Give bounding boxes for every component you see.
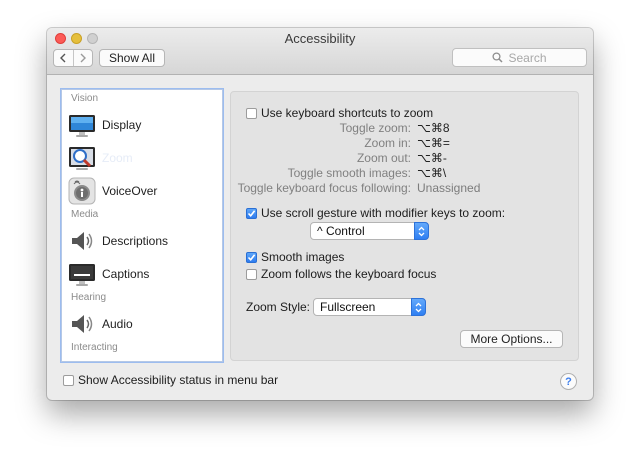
status-menu-checkbox[interactable] [63,374,74,386]
sidebar-item-label: Descriptions [102,234,169,248]
sidebar-item-label: Captions [102,267,150,281]
sidebar-item-label: Display [102,118,142,132]
modifier-key-popup[interactable]: ^ Control [310,222,429,240]
modifier-key-value: ^ Control [317,224,365,238]
zoom-style-popup[interactable]: Fullscreen [313,298,426,316]
display-icon [68,111,96,139]
shortcut-value: ⌥⌘= [417,136,450,150]
sidebar-item-display[interactable]: Display [68,110,218,140]
shortcut-value: Unassigned [417,181,481,195]
sidebar-item-label: Audio [102,317,133,331]
smooth-images-option[interactable]: Smooth images [246,250,344,264]
sidebar-item-audio[interactable]: Audio [68,309,218,339]
sidebar-item-zoom[interactable]: Zoom [68,143,218,173]
scroll-gesture-checkbox[interactable] [246,207,257,219]
section-header-media: Media [71,209,99,220]
smooth-images-label: Smooth images [261,250,345,264]
shortcut-label: Toggle keyboard focus following: [237,181,411,195]
popup-arrows-icon [414,222,429,240]
scroll-gesture-option[interactable]: Use scroll gesture with modifier keys to… [246,206,505,220]
show-all-button[interactable]: Show All [99,49,165,67]
follow-focus-option[interactable]: Zoom follows the keyboard focus [246,267,436,281]
follow-focus-checkbox[interactable] [246,268,257,280]
sidebar-item-label: Zoom [102,151,133,165]
preferences-window: Accessibility Show All Search Vision Dis… [47,28,593,400]
back-button[interactable] [54,50,73,66]
scroll-gesture-label: Use scroll gesture with modifier keys to… [261,206,506,220]
section-header-interacting: Interacting [71,342,118,353]
help-button[interactable]: ? [560,373,577,390]
captions-icon [68,260,96,288]
chevron-right-icon [80,53,86,63]
sidebar-item-label: VoiceOver [102,184,158,198]
speaker-icon [68,227,96,255]
section-header-vision: Vision [71,93,99,104]
checkmark-icon [247,209,256,217]
shortcut-label: Toggle smooth images: [287,166,411,180]
status-menu-label: Show Accessibility status in menu bar [78,373,279,387]
speaker-icon [68,310,96,338]
shortcut-value: ⌥⌘- [417,151,447,165]
title-bar: Accessibility Show All Search [47,28,593,75]
more-options-button[interactable]: More Options... [460,330,563,348]
zoom-style-value: Fullscreen [320,300,376,314]
search-placeholder: Search [508,50,547,65]
shortcut-label: Zoom in: [364,136,411,150]
forward-button[interactable] [72,50,93,66]
shortcut-value: ⌥⌘8 [417,121,450,135]
sidebar-item-descriptions[interactable]: Descriptions [68,226,218,256]
status-menu-option[interactable]: Show Accessibility status in menu bar [63,373,278,387]
sidebar-item-voiceover[interactable]: VoiceOver [68,176,218,206]
popup-arrows-icon [411,298,426,316]
back-forward-control [53,49,93,67]
search-icon [492,52,504,63]
keyboard-shortcuts-option[interactable]: Use keyboard shortcuts to zoom [246,106,433,120]
chevron-left-icon [60,53,66,63]
keyboard-shortcuts-label: Use keyboard shortcuts to zoom [261,106,434,120]
voiceover-icon [68,177,96,205]
smooth-images-checkbox[interactable] [246,251,257,263]
follow-focus-label: Zoom follows the keyboard focus [261,267,437,281]
section-header-hearing: Hearing [71,292,107,303]
shortcut-value: ⌥⌘\ [417,166,447,180]
zoom-settings-pane: Use keyboard shortcuts to zoom Toggle zo… [230,91,579,361]
zoom-icon [68,144,96,172]
zoom-style-label: Zoom Style: [246,300,311,314]
window-title: Accessibility [284,31,356,46]
checkmark-icon [247,253,256,261]
shortcut-label: Toggle zoom: [339,121,411,135]
sidebar-item-captions[interactable]: Captions [68,259,218,289]
category-sidebar[interactable]: Vision Display Zoom VoiceOver Media Desc [61,89,223,362]
keyboard-shortcuts-checkbox[interactable] [246,107,257,119]
search-field[interactable]: Search [452,48,587,67]
shortcut-label: Zoom out: [356,151,411,165]
